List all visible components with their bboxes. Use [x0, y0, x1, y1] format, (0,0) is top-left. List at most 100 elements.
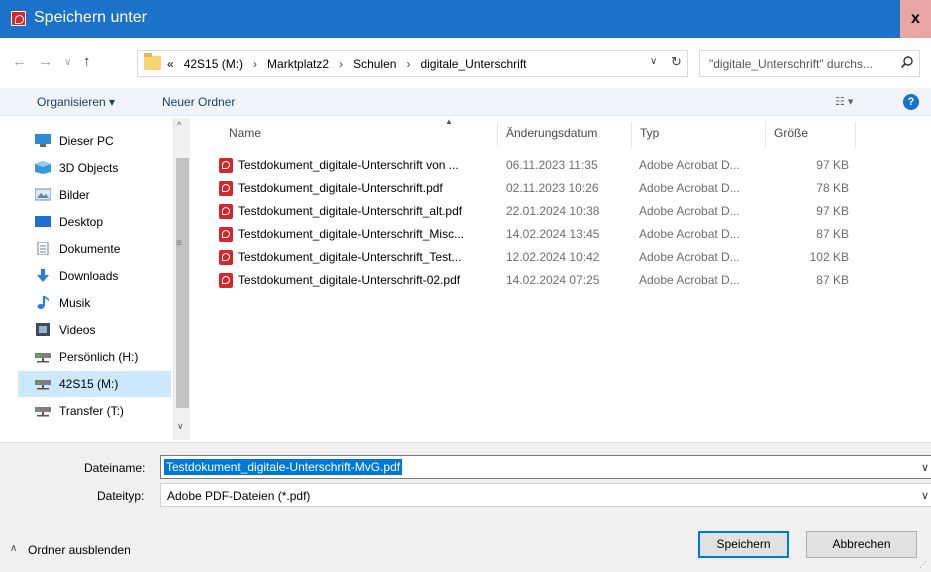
videos-icon [36, 323, 50, 336]
nav-item-documents[interactable]: Dokumente [18, 236, 171, 262]
this-pc-icon [35, 134, 51, 147]
network-drive-icon [35, 353, 51, 363]
view-options-button[interactable]: ☷ ▾ [835, 95, 853, 108]
save-button[interactable]: Speichern [698, 531, 789, 558]
address-bar[interactable]: « 42S15 (M:) › Marktplatz2 › Schulen › d… [137, 50, 688, 77]
column-header-modified[interactable]: Änderungsdatum [506, 126, 597, 140]
close-button[interactable]: x [900, 0, 931, 38]
scroll-up-icon[interactable]: ^ [177, 120, 181, 130]
nav-item-3d-objects[interactable]: 3D Objects [18, 155, 171, 181]
scroll-down-icon[interactable]: ∨ [177, 421, 184, 432]
network-drive-icon [35, 380, 51, 390]
file-row[interactable]: Testdokument_digitale-Unterschrift_Misc.… [207, 224, 857, 247]
file-modified: 02.11.2023 10:26 [506, 181, 599, 195]
new-folder-button[interactable]: Neuer Ordner [162, 95, 235, 109]
address-row: ← → ∨ ↑ « 42S15 (M:) › Marktplatz2 › Sch… [0, 38, 931, 88]
file-row[interactable]: Testdokument_digitale-Unterschrift-02.pd… [207, 270, 857, 293]
network-drive-icon [35, 407, 51, 417]
chevron-down-icon[interactable]: ∨ [921, 489, 929, 502]
desktop-icon [35, 216, 51, 227]
nav-item-personal-drive[interactable]: Persönlich (H:) [18, 344, 171, 370]
file-name: Testdokument_digitale-Unterschrift-02.pd… [238, 273, 461, 287]
folder-icon [144, 53, 161, 70]
column-header-name[interactable]: Name [229, 126, 261, 140]
save-options-panel: Dateiname: Testdokument_digitale-Untersc… [0, 442, 931, 572]
file-row[interactable]: Testdokument_digitale-Unterschrift von .… [207, 155, 857, 178]
refresh-icon[interactable]: ↻ [671, 54, 682, 70]
column-divider[interactable] [631, 122, 632, 148]
file-row[interactable]: Testdokument_digitale-Unterschrift_alt.p… [207, 201, 857, 224]
column-divider[interactable] [765, 122, 766, 148]
column-header-size[interactable]: Größe [774, 126, 808, 140]
filename-field[interactable]: Testdokument_digitale-Unterschrift-MvG.p… [160, 455, 931, 479]
breadcrumb-item[interactable]: Marktplatz2 [267, 57, 329, 71]
pdf-file-icon [219, 250, 233, 265]
filename-value[interactable]: Testdokument_digitale-Unterschrift-MvG.p… [164, 459, 403, 475]
file-size: 102 KB [809, 250, 849, 264]
resize-grip-icon[interactable]: ⋰ [919, 560, 929, 570]
file-name: Testdokument_digitale-Unterschrift_Test.… [238, 250, 462, 264]
nav-item-m-drive[interactable]: 42S15 (M:) [18, 371, 171, 397]
file-type: Adobe Acrobat D... [639, 227, 740, 241]
breadcrumb-item[interactable]: digitale_Unterschrift [420, 57, 526, 71]
nav-item-downloads[interactable]: Downloads [18, 263, 171, 289]
file-type: Adobe Acrobat D... [639, 181, 740, 195]
file-modified: 22.01.2024 10:38 [506, 204, 600, 218]
nav-item-pictures[interactable]: Bilder [18, 182, 171, 208]
recent-locations-chevron-icon[interactable]: ∨ [64, 57, 71, 68]
navigation-scrollbar[interactable]: ^ ≡ ∨ [173, 118, 190, 440]
column-divider[interactable] [855, 122, 856, 148]
file-name: Testdokument_digitale-Unterschrift.pdf [238, 181, 443, 195]
filename-label: Dateiname: [84, 461, 146, 475]
file-type: Adobe Acrobat D... [639, 204, 740, 218]
sort-ascending-icon: ▲ [445, 117, 453, 126]
pictures-icon [35, 188, 51, 201]
acrobat-app-icon [11, 11, 26, 26]
back-arrow-icon[interactable]: ← [12, 53, 27, 70]
file-row[interactable]: Testdokument_digitale-Unterschrift_Test.… [207, 247, 857, 270]
nav-item-music[interactable]: Musik [18, 290, 171, 316]
filetype-value: Adobe PDF-Dateien (*.pdf) [167, 489, 311, 503]
file-row[interactable]: Testdokument_digitale-Unterschrift.pdf 0… [207, 178, 857, 201]
nav-item-this-pc[interactable]: Dieser PC [18, 128, 171, 154]
breadcrumb-item[interactable]: Schulen [353, 57, 396, 71]
organize-menu-button[interactable]: Organisieren ▾ [37, 95, 115, 109]
hide-folders-toggle[interactable]: Ordner ausblenden [28, 543, 131, 557]
filetype-select[interactable]: Adobe PDF-Dateien (*.pdf) ∨ [160, 483, 931, 507]
pdf-file-icon [219, 158, 233, 173]
nav-item-label: Videos [59, 323, 96, 337]
nav-item-label: Dokumente [59, 242, 121, 256]
nav-item-label: Bilder [59, 188, 90, 202]
file-list-header: ▲ Name Änderungsdatum Typ Größe [207, 117, 857, 148]
address-dropdown-icon[interactable]: ∨ [650, 56, 657, 67]
chevron-up-icon[interactable]: ∧ [10, 543, 17, 554]
breadcrumb-overflow[interactable]: « [167, 57, 174, 71]
column-header-type[interactable]: Typ [640, 126, 659, 140]
nav-item-transfer-drive[interactable]: Transfer (T:) [18, 398, 171, 424]
search-icon[interactable] [900, 55, 914, 69]
help-icon[interactable]: ? [903, 94, 919, 110]
file-size: 87 KB [816, 273, 849, 287]
nav-item-label: Dieser PC [59, 134, 114, 148]
pdf-file-icon [219, 227, 233, 242]
search-box[interactable]: "digitale_Unterschrift" durchs... [699, 50, 920, 77]
nav-item-videos[interactable]: Videos [18, 317, 171, 343]
breadcrumb-separator-icon[interactable]: › [339, 57, 343, 71]
column-divider[interactable] [497, 122, 498, 148]
pdf-file-icon [219, 273, 233, 288]
scrollbar-thumb[interactable] [176, 158, 189, 408]
title-bar: Speichern unter x [0, 0, 931, 38]
breadcrumb-separator-icon[interactable]: › [406, 57, 410, 71]
up-arrow-icon[interactable]: ↑ [83, 53, 91, 70]
breadcrumb-separator-icon[interactable]: › [253, 57, 257, 71]
nav-item-label: Transfer (T:) [59, 404, 124, 418]
chevron-down-icon[interactable]: ∨ [921, 461, 929, 474]
cancel-button[interactable]: Abbrechen [806, 531, 917, 558]
nav-item-desktop[interactable]: Desktop [18, 209, 171, 235]
forward-arrow-icon[interactable]: → [38, 53, 53, 70]
command-bar: Organisieren ▾ Neuer Ordner ☷ ▾ ? [0, 88, 931, 116]
file-type: Adobe Acrobat D... [639, 158, 740, 172]
breadcrumb-item[interactable]: 42S15 (M:) [184, 57, 243, 71]
scrollbar-grip-icon: ≡ [176, 238, 182, 249]
window-title: Speichern unter [34, 9, 147, 26]
